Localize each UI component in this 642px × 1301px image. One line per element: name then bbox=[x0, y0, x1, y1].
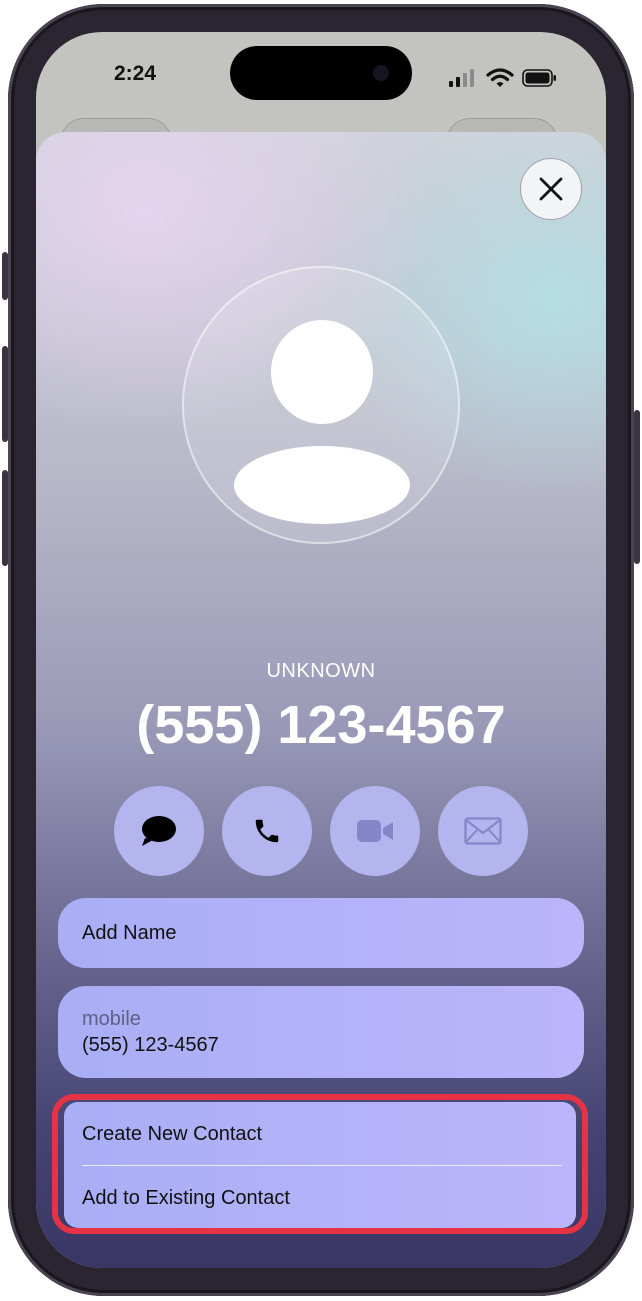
caller-label: UNKNOWN bbox=[266, 660, 376, 682]
status-icons bbox=[448, 68, 558, 88]
dynamic-island bbox=[230, 46, 412, 100]
status-time: 2:24 bbox=[114, 62, 157, 85]
mail-icon bbox=[464, 817, 502, 845]
close-icon bbox=[539, 177, 563, 201]
phone-icon bbox=[255, 819, 279, 843]
wifi-icon bbox=[486, 68, 514, 87]
phone-number-value: (555) 123-4567 bbox=[82, 1034, 219, 1056]
status-bar: 2:24 bbox=[36, 32, 606, 122]
action-button-hardware bbox=[2, 252, 8, 300]
avatar-head bbox=[271, 320, 373, 424]
avatar bbox=[182, 266, 460, 544]
volume-up-button-hardware bbox=[2, 346, 8, 442]
power-button-hardware bbox=[634, 410, 640, 564]
mail-button[interactable] bbox=[438, 786, 528, 876]
close-button[interactable] bbox=[520, 158, 582, 220]
add-name-label: Add Name bbox=[82, 922, 177, 944]
add-name-field[interactable]: Add Name bbox=[58, 898, 584, 968]
cellular-signal-icon bbox=[449, 69, 474, 87]
highlight-box bbox=[52, 1094, 588, 1234]
message-icon bbox=[142, 816, 176, 846]
call-button[interactable] bbox=[222, 786, 312, 876]
contact-card-sheet: UNKNOWN (555) 123-4567 Add Name mobile (… bbox=[36, 132, 606, 1268]
avatar-body bbox=[234, 446, 410, 524]
phone-screen: 2:24 UNKNOWN (555) 123-4567 Add Name mob… bbox=[36, 32, 606, 1268]
video-icon bbox=[357, 820, 393, 842]
message-button[interactable] bbox=[114, 786, 204, 876]
video-call-button[interactable] bbox=[330, 786, 420, 876]
volume-down-button-hardware bbox=[2, 470, 8, 566]
phone-type-label: mobile bbox=[82, 1008, 141, 1030]
caller-number: (555) 123-4567 bbox=[136, 695, 506, 755]
battery-icon bbox=[522, 69, 556, 87]
phone-number-field[interactable]: mobile (555) 123-4567 bbox=[58, 986, 584, 1078]
camera-icon bbox=[373, 65, 389, 81]
